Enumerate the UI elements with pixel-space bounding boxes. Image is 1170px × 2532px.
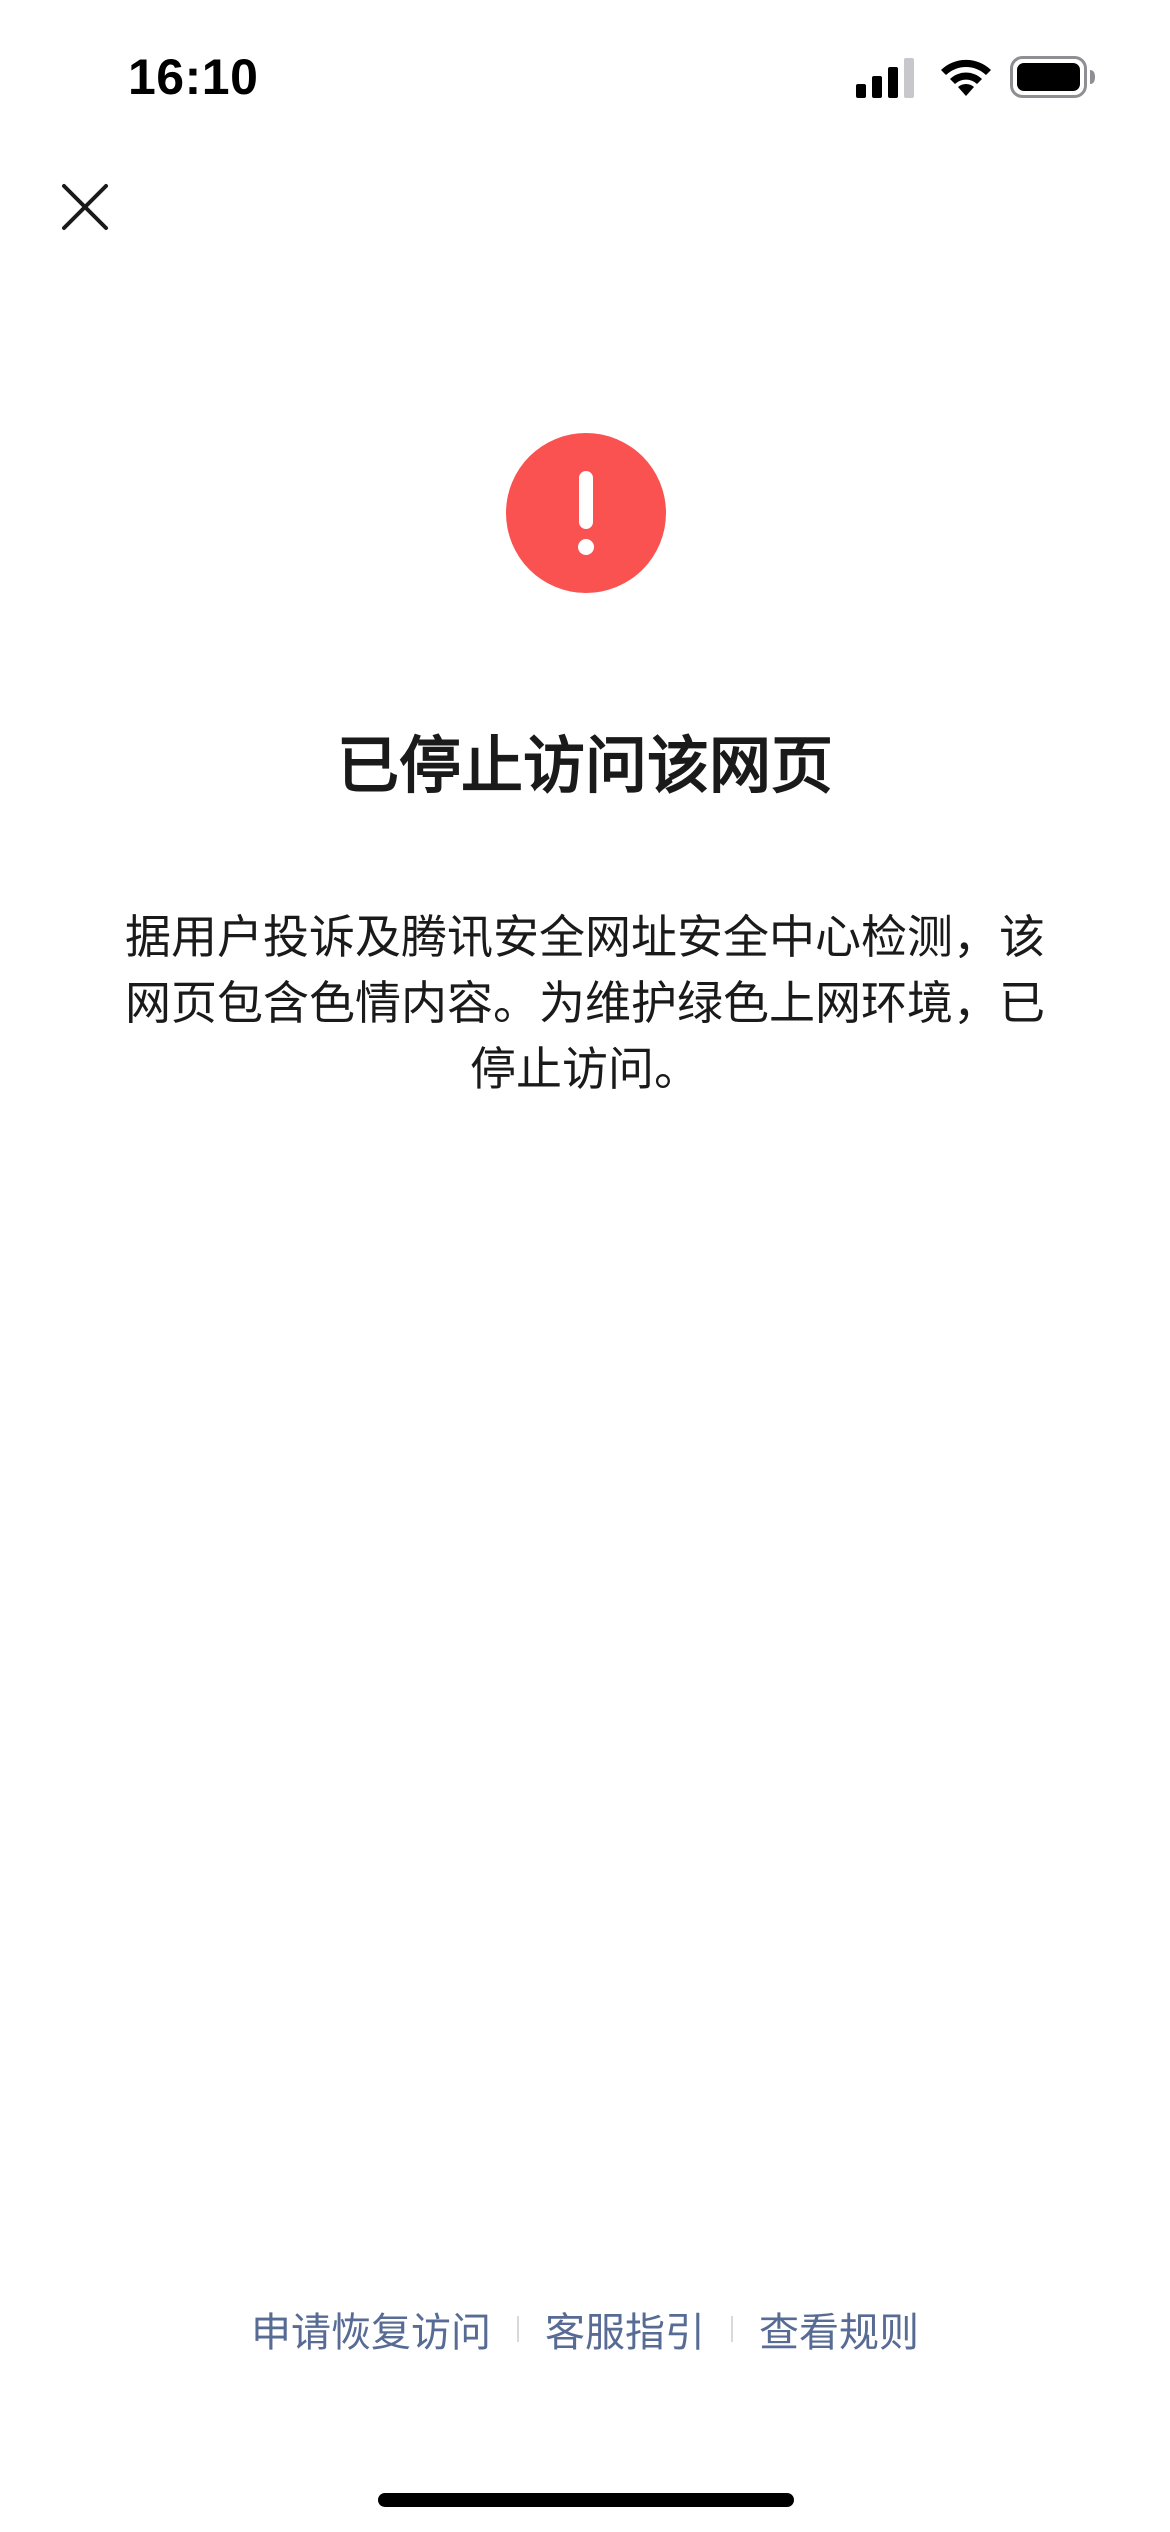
status-time: 16:10 [128, 49, 259, 105]
view-rules-link[interactable]: 查看规则 [753, 2300, 925, 2358]
page-title: 已停止访问该网页 [336, 729, 833, 802]
customer-service-guide-link[interactable]: 客服指引 [539, 2300, 711, 2358]
wifi-icon [941, 59, 991, 96]
footer-links: 申请恢复访问 客服指引 查看规则 [0, 2300, 1170, 2358]
close-button[interactable] [50, 172, 120, 242]
signal-icon [856, 58, 914, 98]
close-icon [62, 184, 108, 230]
footer-divider [731, 2316, 733, 2342]
blocked-description: 据用户投诉及腾讯安全网址安全中心检测，该网页包含色情内容。为维护绿色上网环境，已… [125, 910, 1045, 1096]
home-indicator [378, 2493, 794, 2507]
warning-circle [506, 433, 666, 593]
battery-icon [1010, 56, 1095, 98]
request-restore-access-link[interactable]: 申请恢复访问 [245, 2300, 497, 2358]
exclamation-icon [578, 471, 594, 555]
status-bar: 16:10 [0, 0, 1170, 150]
footer-divider [517, 2316, 519, 2342]
